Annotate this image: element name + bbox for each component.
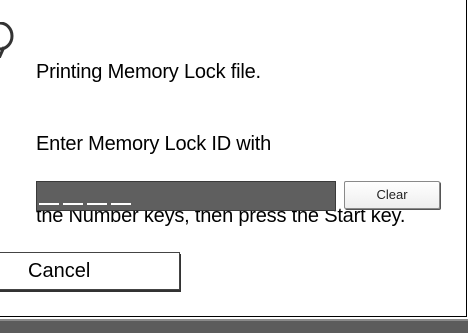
message-line-1: Printing Memory Lock file.: [36, 61, 261, 83]
memory-lock-id-field[interactable]: [36, 181, 336, 211]
id-digit-slot: [39, 203, 59, 205]
message-line-2: Enter Memory Lock ID with: [36, 133, 272, 155]
message-text: Printing Memory Lock file. Enter Memory …: [36, 12, 468, 276]
id-digit-slot: [87, 203, 107, 205]
cancel-button[interactable]: Cancel: [0, 252, 180, 290]
info-icon: [0, 21, 16, 60]
id-digit-slots: [37, 203, 131, 205]
clear-button[interactable]: Clear: [344, 181, 440, 209]
id-digit-slot: [111, 203, 131, 205]
id-digit-slot: [63, 203, 83, 205]
memory-lock-dialog: Printing Memory Lock file. Enter Memory …: [0, 0, 467, 317]
